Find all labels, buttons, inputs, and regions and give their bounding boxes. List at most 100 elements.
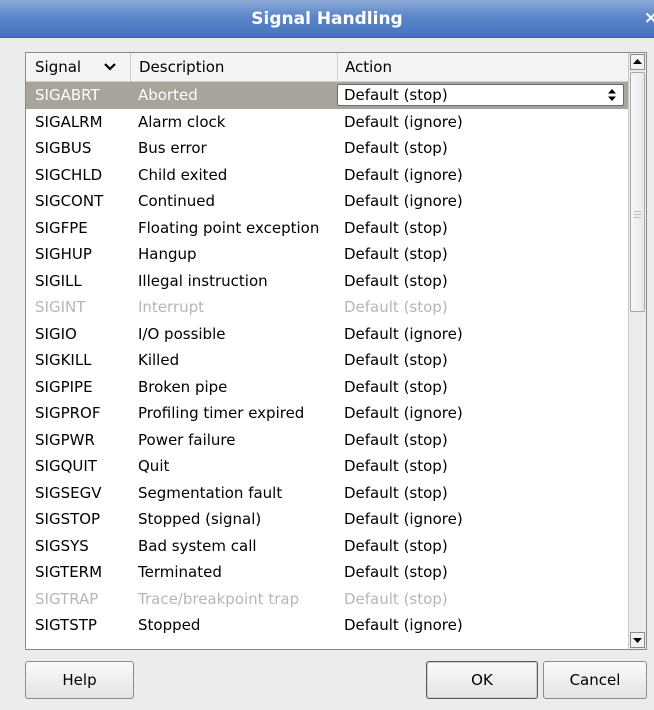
signal-name: SIGTRAP: [35, 589, 99, 608]
action-select[interactable]: Default (stop): [337, 84, 624, 106]
column-header-signal-label: Signal: [35, 58, 82, 76]
table-row[interactable]: SIGINT Interrupt Default (stop): [26, 294, 628, 321]
column-header-description-label: Description: [139, 58, 225, 76]
signal-action: Default (stop): [344, 245, 448, 263]
signal-action: Default (stop): [344, 589, 448, 608]
signal-description: Broken pipe: [138, 377, 228, 396]
signal-description: Illegal instruction: [138, 271, 268, 290]
arrow-down-icon: [633, 638, 642, 643]
signal-description: Quit: [138, 457, 170, 475]
signal-description: Terminated: [138, 563, 222, 581]
signal-description: Stopped: [138, 616, 201, 634]
signal-name: SIGSYS: [35, 536, 89, 555]
ok-button-label: OK: [471, 671, 493, 689]
column-header-description[interactable]: Description: [130, 53, 337, 81]
scrollbar-thumb[interactable]: [630, 72, 645, 312]
column-header-signal[interactable]: Signal: [26, 53, 130, 81]
grip-line: [634, 214, 641, 215]
table-row[interactable]: SIGKILL Killed Default (stop): [26, 347, 628, 374]
updown-arrows-icon: [608, 89, 616, 101]
table-row[interactable]: SIGQUIT Quit Default (stop): [26, 453, 628, 480]
scroll-up-button[interactable]: [630, 54, 645, 70]
signal-action: Default (stop): [344, 139, 448, 157]
table-body: SIGABRT Aborted Default (stop) SIGALRM Alarm…: [26, 82, 628, 639]
grip-line: [634, 211, 641, 212]
title-bar: Signal Handling ×: [0, 0, 654, 38]
signal-name: SIGABRT: [35, 86, 100, 104]
help-button[interactable]: Help: [25, 661, 134, 699]
table-row[interactable]: SIGTERM Terminated Default (stop): [26, 559, 628, 586]
table-row[interactable]: SIGHUP Hangup Default (stop): [26, 241, 628, 268]
table-row[interactable]: SIGCONT Continued Default (ignore): [26, 188, 628, 215]
table-row[interactable]: SIGSEGV Segmentation fault Default (stop): [26, 480, 628, 507]
signal-name: SIGCONT: [35, 192, 104, 210]
signal-description: Bus error: [138, 139, 207, 157]
signal-name: SIGCHLD: [35, 165, 103, 184]
signal-name: SIGQUIT: [35, 457, 97, 475]
table-row[interactable]: SIGTSTP Stopped Default (ignore): [26, 612, 628, 639]
signal-name: SIGINT: [35, 298, 86, 316]
signal-name: SIGALRM: [35, 112, 103, 131]
window-title: Signal Handling: [251, 8, 403, 29]
column-header-action[interactable]: Action: [337, 53, 628, 81]
table-row[interactable]: SIGSYS Bad system call Default (stop): [26, 533, 628, 560]
signal-name: SIGPROF: [35, 404, 101, 422]
ok-button[interactable]: OK: [426, 661, 538, 699]
grip-line: [634, 217, 641, 218]
signal-description: I/O possible: [138, 324, 226, 343]
cancel-button-label: Cancel: [569, 671, 621, 689]
table-row[interactable]: SIGIO I/O possible Default (ignore): [26, 321, 628, 348]
table-row[interactable]: SIGSTOP Stopped (signal) Default (ignore): [26, 506, 628, 533]
signal-action: Default (ignore): [344, 192, 463, 210]
signal-table: Signal Description Action SIGABRT Aborted…: [25, 52, 647, 650]
signal-description: Killed: [138, 351, 180, 369]
signal-name: SIGILL: [35, 271, 82, 290]
table-row[interactable]: SIGPWR Power failure Default (stop): [26, 427, 628, 454]
table-row[interactable]: SIGPROF Profiling timer expired Default (i…: [26, 400, 628, 427]
signal-description: Floating point exception: [138, 218, 320, 237]
table-row[interactable]: SIGPIPE Broken pipe Default (stop): [26, 374, 628, 401]
help-button-label: Help: [62, 671, 97, 689]
signal-action: Default (stop): [344, 430, 448, 449]
table-row[interactable]: SIGABRT Aborted Default (stop): [26, 82, 628, 109]
signal-name: SIGTSTP: [35, 616, 97, 634]
signal-action: Default (ignore): [344, 616, 463, 634]
column-header-action-label: Action: [345, 58, 392, 76]
signal-description: Profiling timer expired: [138, 404, 305, 422]
signal-description: Continued: [138, 192, 215, 210]
chevron-down-icon: [104, 63, 116, 71]
signal-action: Default (ignore): [344, 404, 463, 422]
scroll-down-button[interactable]: [630, 632, 645, 648]
signal-action: Default (ignore): [344, 510, 463, 528]
signal-action: Default (stop): [344, 536, 448, 555]
close-icon[interactable]: ×: [644, 8, 654, 28]
cancel-button[interactable]: Cancel: [543, 661, 647, 699]
signal-name: SIGHUP: [35, 245, 92, 263]
signal-action: Default (stop): [344, 218, 448, 237]
signal-action: Default (stop): [344, 457, 448, 475]
table-row[interactable]: SIGILL Illegal instruction Default (stop): [26, 268, 628, 295]
signal-description: Bad system call: [138, 536, 257, 555]
signal-name: SIGBUS: [35, 139, 92, 157]
signal-action: Default (stop): [344, 377, 448, 396]
table-row[interactable]: SIGALRM Alarm clock Default (ignore): [26, 109, 628, 136]
signal-description: Interrupt: [138, 298, 205, 316]
signal-name: SIGPWR: [35, 430, 95, 449]
vertical-scrollbar[interactable]: [628, 53, 646, 649]
table-header: Signal Description Action: [26, 53, 628, 82]
signal-action: Default (stop): [344, 351, 448, 369]
table-row[interactable]: SIGFPE Floating point exception Default (s…: [26, 215, 628, 242]
signal-name: SIGIO: [35, 324, 77, 343]
signal-description: Child exited: [138, 165, 228, 184]
table-row[interactable]: SIGTRAP Trace/breakpoint trap Default (sto…: [26, 586, 628, 613]
signal-name: SIGSTOP: [35, 510, 101, 528]
signal-name: SIGTERM: [35, 563, 103, 581]
table-row[interactable]: SIGCHLD Child exited Default (ignore): [26, 162, 628, 189]
signal-action: Default (stop): [344, 483, 448, 502]
signal-description: Alarm clock: [138, 112, 226, 131]
table-row[interactable]: SIGBUS Bus error Default (stop): [26, 135, 628, 162]
signal-action: Default (stop): [344, 271, 448, 290]
signal-action: Default (stop): [344, 298, 448, 316]
signal-action: Default (ignore): [344, 165, 463, 184]
signal-action: Default (ignore): [344, 324, 463, 343]
